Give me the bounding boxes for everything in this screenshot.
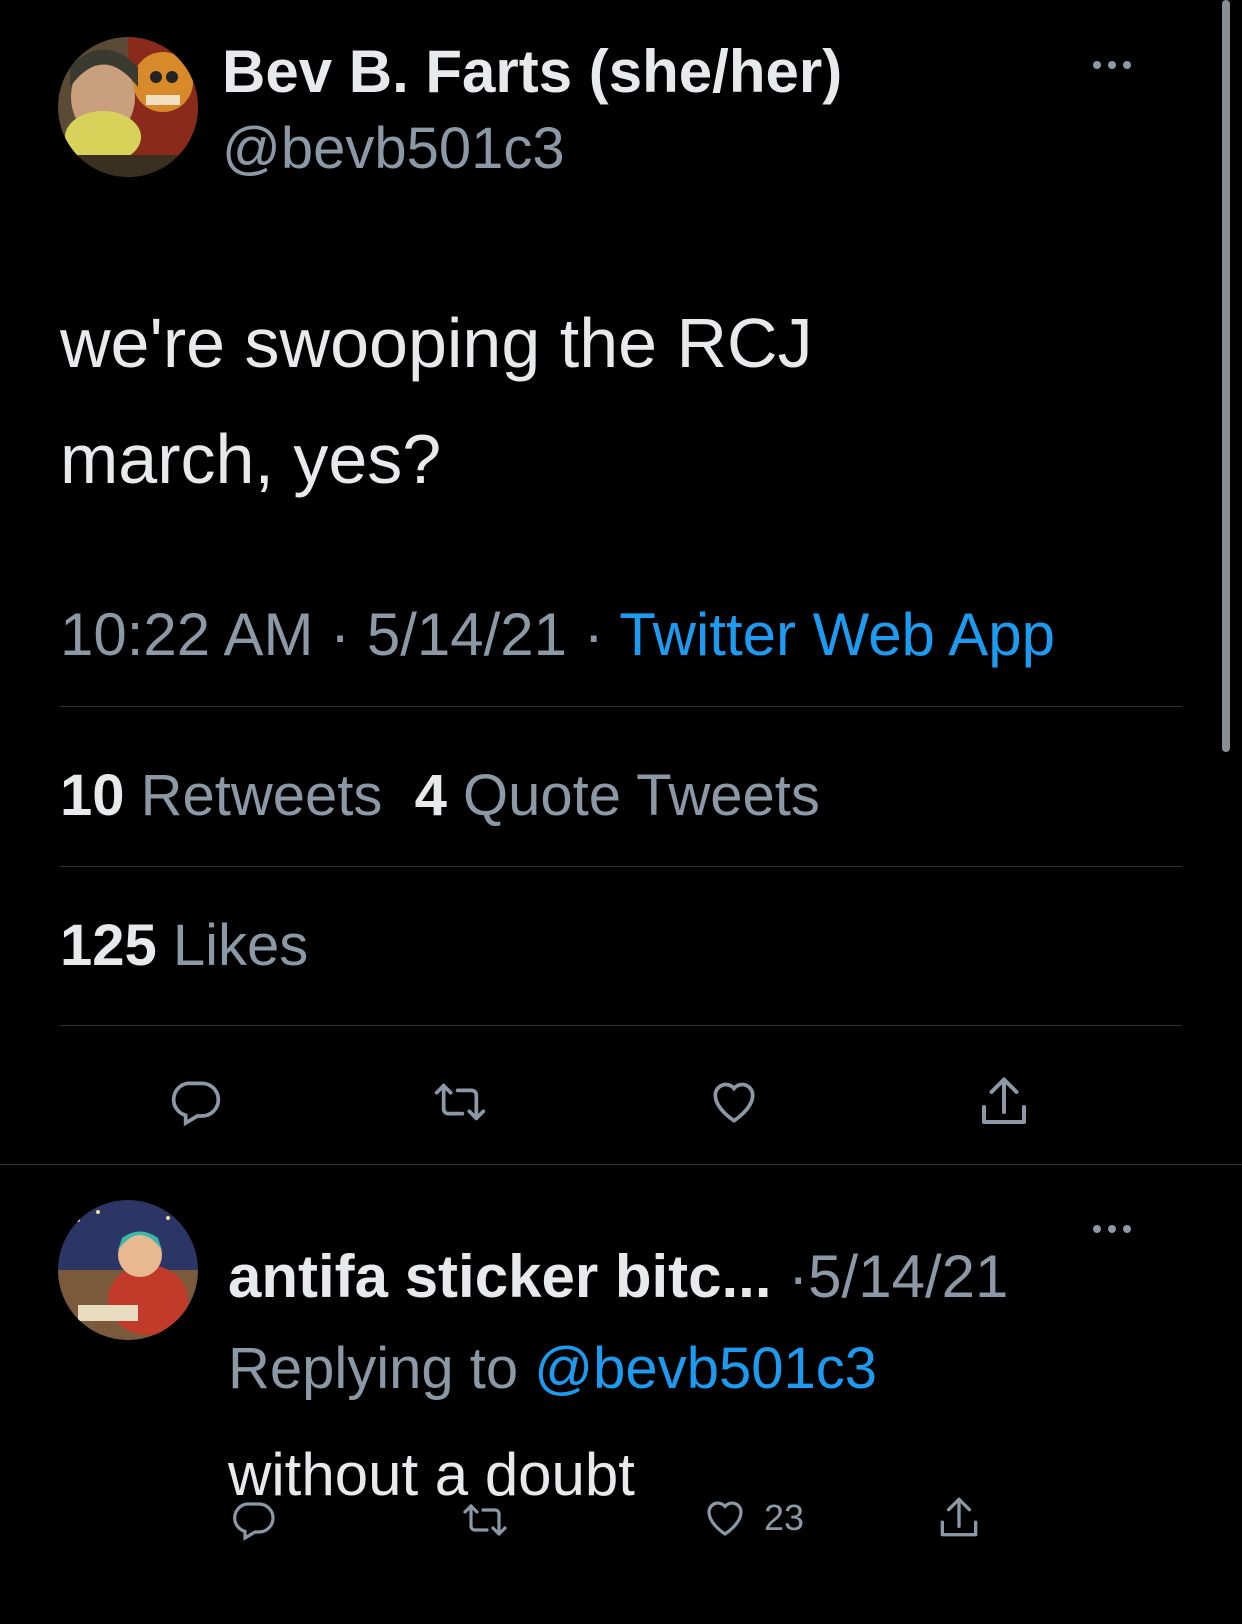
reply-icon bbox=[233, 1502, 275, 1541]
tweet-date[interactable]: 5/14/21 bbox=[367, 601, 567, 668]
retweets-label: Retweets bbox=[140, 763, 383, 828]
tweet-source-link[interactable]: Twitter Web App bbox=[619, 601, 1055, 668]
divider bbox=[60, 866, 1182, 867]
scrollbar[interactable] bbox=[1222, 0, 1230, 752]
more-icon[interactable] bbox=[1090, 1222, 1134, 1241]
tweet-time[interactable]: 10:22 AM bbox=[60, 601, 314, 668]
separator: · bbox=[313, 601, 367, 668]
reply-like-button[interactable]: 23 bbox=[700, 1494, 804, 1542]
reply-retweet-button[interactable] bbox=[458, 1496, 512, 1544]
divider bbox=[60, 706, 1182, 707]
reply-icon bbox=[171, 1081, 221, 1127]
replying-prefix: Replying to bbox=[228, 1336, 535, 1401]
reply-reply-button[interactable] bbox=[228, 1496, 278, 1544]
tweet-text: we're swooping the RCJ march, yes? bbox=[60, 285, 1060, 517]
tweet-text-line: we're swooping the RCJ bbox=[60, 304, 813, 382]
reply-header: antifa sticker bitc... ·5/14/21 bbox=[228, 1242, 1008, 1311]
share-icon bbox=[982, 1077, 1026, 1124]
reply-button[interactable] bbox=[165, 1074, 225, 1130]
quotes-link[interactable]: 4 Quote Tweets bbox=[415, 763, 820, 828]
retweet-icon bbox=[463, 1504, 507, 1536]
retweet-icon bbox=[434, 1083, 486, 1121]
retweets-count: 10 bbox=[60, 763, 125, 828]
reply-author-name[interactable]: antifa sticker bitc... bbox=[228, 1243, 772, 1310]
tweet-text-line: march, yes? bbox=[60, 420, 442, 498]
author-avatar[interactable] bbox=[58, 37, 198, 177]
reply-share-button[interactable] bbox=[934, 1492, 984, 1544]
likes-label: Likes bbox=[172, 913, 309, 978]
like-icon bbox=[707, 1501, 743, 1536]
replying-to: Replying to @bevb501c3 bbox=[228, 1335, 877, 1402]
reply-date[interactable]: ·5/14/21 bbox=[788, 1243, 1008, 1310]
share-icon bbox=[940, 1497, 978, 1537]
author-handle[interactable]: @bevb501c3 bbox=[222, 115, 565, 182]
share-button[interactable] bbox=[974, 1072, 1034, 1132]
separator: · bbox=[567, 601, 620, 668]
like-button[interactable] bbox=[704, 1074, 764, 1130]
retweets-link[interactable]: 10 Retweets bbox=[60, 763, 382, 828]
likes-count: 125 bbox=[60, 913, 157, 978]
more-icon[interactable] bbox=[1090, 58, 1134, 77]
reply-like-count: 23 bbox=[764, 1497, 805, 1538]
tweet-meta: 10:22 AM · 5/14/21 · Twitter Web App bbox=[60, 600, 1055, 669]
likes-stats[interactable]: 125 Likes bbox=[60, 912, 308, 979]
reply-text: without a doubt bbox=[228, 1441, 635, 1508]
quotes-label: Quote Tweets bbox=[463, 763, 820, 828]
retweet-button[interactable] bbox=[428, 1074, 492, 1130]
author-name[interactable]: Bev B. Farts (she/her) bbox=[222, 37, 842, 106]
like-icon bbox=[713, 1082, 755, 1123]
replying-handle-link[interactable]: @bevb501c3 bbox=[534, 1336, 877, 1401]
reply-author-avatar[interactable] bbox=[58, 1200, 198, 1340]
divider bbox=[60, 1025, 1182, 1026]
retweet-stats: 10 Retweets 4 Quote Tweets bbox=[60, 762, 820, 829]
quotes-count: 4 bbox=[414, 763, 447, 828]
divider bbox=[0, 1164, 1242, 1165]
